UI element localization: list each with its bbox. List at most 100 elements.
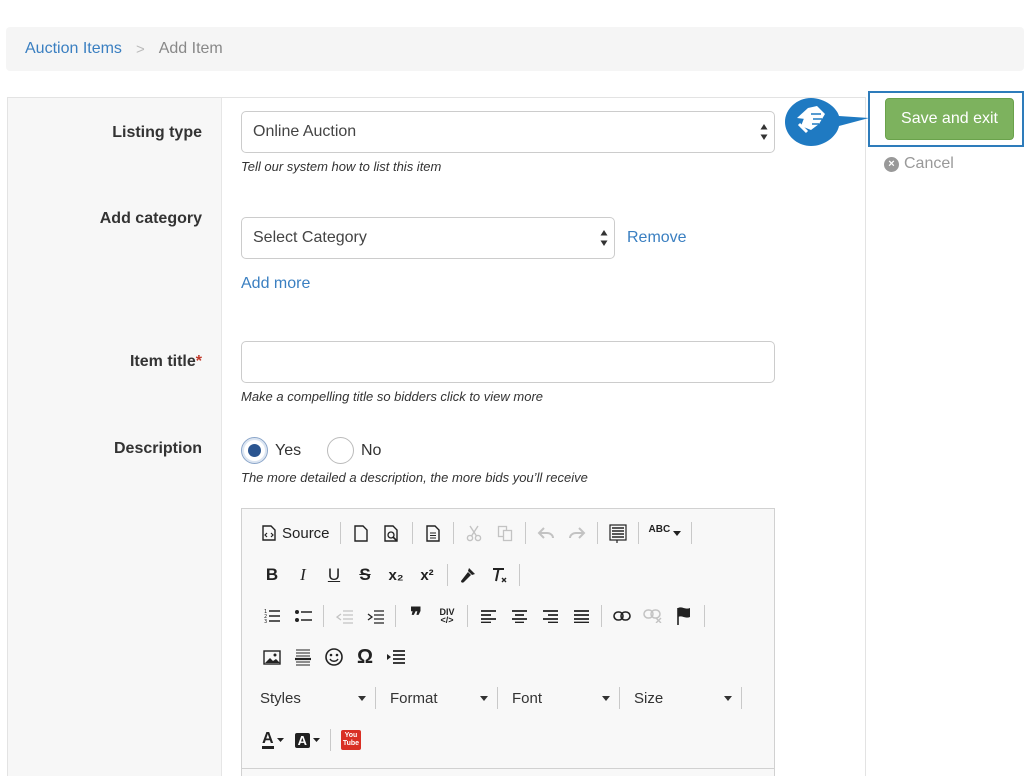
special-char-button[interactable]: Ω (351, 643, 379, 671)
cancel-link[interactable]: × Cancel (884, 155, 954, 173)
bulleted-list-button[interactable] (289, 602, 317, 630)
underline-button[interactable]: U (320, 561, 348, 589)
chevron-down-icon (673, 530, 682, 536)
strikethrough-button[interactable]: S (351, 561, 379, 589)
youtube-button[interactable]: You Tube (337, 726, 365, 754)
cut-button[interactable] (460, 519, 488, 547)
omega-icon: Ω (356, 645, 374, 668)
chevron-down-icon (358, 695, 366, 701)
styles-dropdown[interactable]: Styles (252, 684, 372, 712)
templates-button[interactable] (419, 519, 447, 547)
bold-button[interactable]: B (258, 561, 286, 589)
div-icon: DIV </> (439, 608, 454, 625)
superscript-button[interactable]: x² (413, 561, 441, 589)
toolbar-separator (323, 605, 324, 627)
horizontal-line-button[interactable] (289, 643, 317, 671)
font-label: Font (512, 689, 543, 707)
create-div-button[interactable]: DIV </> (433, 602, 461, 630)
toolbar-separator (497, 687, 498, 709)
align-left-button[interactable] (474, 602, 502, 630)
smiley-button[interactable] (320, 643, 348, 671)
item-title-input[interactable] (241, 341, 775, 383)
chevron-down-icon (724, 695, 732, 701)
image-button[interactable] (258, 643, 286, 671)
copy-icon (497, 525, 512, 541)
styles-label: Styles (260, 689, 301, 707)
listing-type-select[interactable]: Online Auction (241, 111, 775, 153)
listing-type-label: Listing type (112, 124, 202, 141)
align-right-button[interactable] (536, 602, 564, 630)
image-icon (263, 649, 281, 665)
numbered-list-button[interactable]: 123 (258, 602, 286, 630)
category-select[interactable]: Select Category (241, 217, 615, 259)
link-button[interactable] (608, 602, 636, 630)
select-all-button[interactable] (604, 519, 632, 547)
redo-button[interactable] (563, 519, 591, 547)
unlink-button[interactable] (639, 602, 667, 630)
toolbar-row-4: Ω (258, 643, 413, 671)
breadcrumb-separator: > (135, 40, 145, 58)
toolbar-separator (411, 522, 413, 544)
save-and-exit-button[interactable]: Save and exit (885, 98, 1014, 140)
source-button[interactable]: Source (258, 519, 334, 547)
add-more-category-link[interactable]: Add more (241, 275, 310, 293)
select-arrows-icon (600, 230, 608, 246)
item-title-help: Make a compelling title so bidders click… (241, 389, 544, 404)
description-no-radio[interactable] (327, 437, 354, 464)
italic-button[interactable]: I (289, 561, 317, 589)
description-no-label[interactable]: No (361, 442, 381, 460)
source-label: Source (282, 524, 330, 542)
text-color-icon: A (262, 729, 274, 749)
remove-format-icon (493, 567, 507, 582)
superscript-icon: x² (420, 566, 434, 584)
toolbar-separator (524, 522, 526, 544)
anchor-button[interactable] (670, 602, 698, 630)
toolbar-row-3: 123 ❞ DIV </> (258, 602, 711, 630)
copy-formatting-button[interactable] (454, 561, 482, 589)
label-column (8, 98, 222, 776)
toolbar-separator (637, 522, 639, 544)
undo-button[interactable] (532, 519, 560, 547)
justify-button[interactable] (567, 602, 595, 630)
preview-button[interactable] (378, 519, 406, 547)
description-yes-radio[interactable] (241, 437, 268, 464)
remove-format-button[interactable] (485, 561, 513, 589)
text-color-button[interactable]: A (258, 726, 288, 754)
youtube-icon: You Tube (340, 730, 361, 750)
item-title-label: Item title* (130, 353, 202, 371)
numbered-list-icon: 123 (264, 609, 280, 624)
source-icon (262, 525, 276, 541)
toolbar-row-1: Source ABC (258, 519, 698, 547)
format-dropdown[interactable]: Format (382, 684, 494, 712)
page-break-button[interactable] (382, 643, 410, 671)
subscript-button[interactable]: x₂ (382, 561, 410, 589)
background-color-icon: A (294, 732, 310, 748)
chevron-down-icon (602, 695, 610, 701)
new-page-button[interactable] (347, 519, 375, 547)
description-yes-label[interactable]: Yes (275, 442, 301, 460)
increase-indent-button[interactable] (361, 602, 389, 630)
toolbar-separator (339, 522, 341, 544)
save-button-highlight: Save and exit (868, 91, 1024, 147)
breadcrumb-auction-items-link[interactable]: Auction Items (25, 40, 122, 58)
close-icon: × (884, 156, 899, 172)
font-dropdown[interactable]: Font (504, 684, 616, 712)
cancel-label: Cancel (904, 155, 954, 172)
toolbar-separator (619, 687, 620, 709)
copy-button[interactable] (491, 519, 519, 547)
blockquote-button[interactable]: ❞ (402, 602, 430, 630)
editor-content-top-border (242, 768, 774, 769)
breadcrumb-current: Add Item (158, 40, 223, 57)
decrease-indent-button[interactable] (330, 602, 358, 630)
background-color-button[interactable]: A (291, 726, 324, 754)
spellcheck-icon: ABC (648, 523, 671, 535)
remove-category-link[interactable]: Remove (627, 229, 687, 247)
toolbar-separator (452, 522, 454, 544)
size-dropdown[interactable]: Size (626, 684, 738, 712)
page-break-icon (387, 650, 405, 664)
spellcheck-button[interactable]: ABC (645, 519, 686, 547)
align-center-button[interactable] (505, 602, 533, 630)
breadcrumb: Auction Items > Add Item (6, 27, 1024, 71)
preview-icon (383, 524, 398, 542)
smiley-icon (325, 648, 343, 666)
